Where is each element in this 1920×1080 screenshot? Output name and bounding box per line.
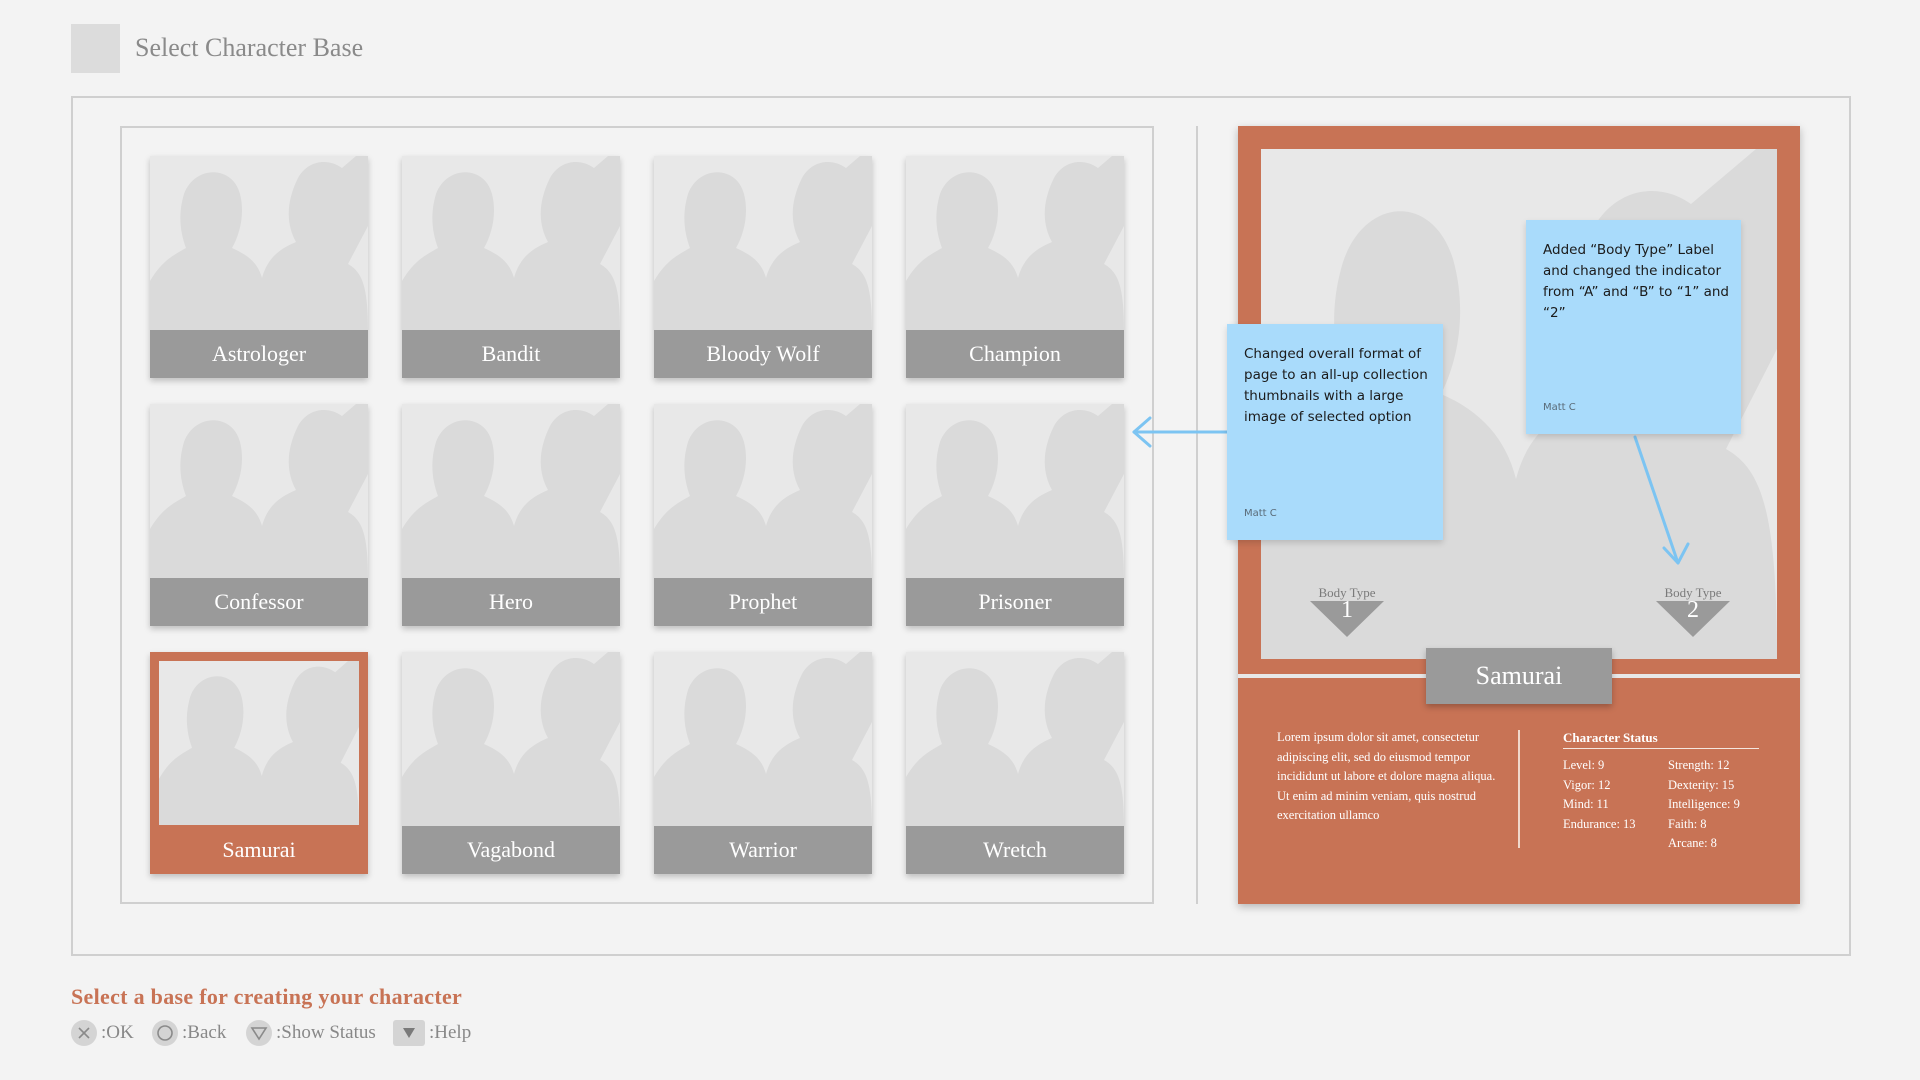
sticky-note-format: Changed overall format of page to an all…: [1227, 324, 1443, 540]
note-author: Matt C: [1244, 508, 1277, 519]
triangle-button-icon: [246, 1020, 272, 1046]
note-text: Added “Body Type” Label and changed the …: [1543, 242, 1730, 321]
hint-ok[interactable]: :OK: [71, 1018, 134, 1048]
hint-label: :Back: [182, 1022, 227, 1043]
hint-label: :OK: [101, 1022, 134, 1043]
note-text: Changed overall format of page to an all…: [1244, 346, 1428, 425]
note-author: Matt C: [1543, 402, 1576, 413]
cross-button-icon: [71, 1020, 97, 1046]
hint-help[interactable]: :Help: [393, 1018, 471, 1048]
annotation-arrows: [1132, 416, 1690, 565]
hint-label: :Help: [429, 1022, 472, 1043]
circle-button-icon: [152, 1020, 178, 1046]
hint-label: :Show Status: [276, 1022, 376, 1043]
hint-back[interactable]: :Back: [152, 1018, 226, 1048]
footer-prompt: Select a base for creating your characte…: [71, 984, 463, 1009]
hint-show-status[interactable]: :Show Status: [246, 1018, 376, 1048]
arrow-to-body-type: [1633, 435, 1680, 565]
touchpad-button-icon: [393, 1020, 425, 1046]
sticky-note-body-type: Added “Body Type” Label and changed the …: [1526, 220, 1741, 434]
